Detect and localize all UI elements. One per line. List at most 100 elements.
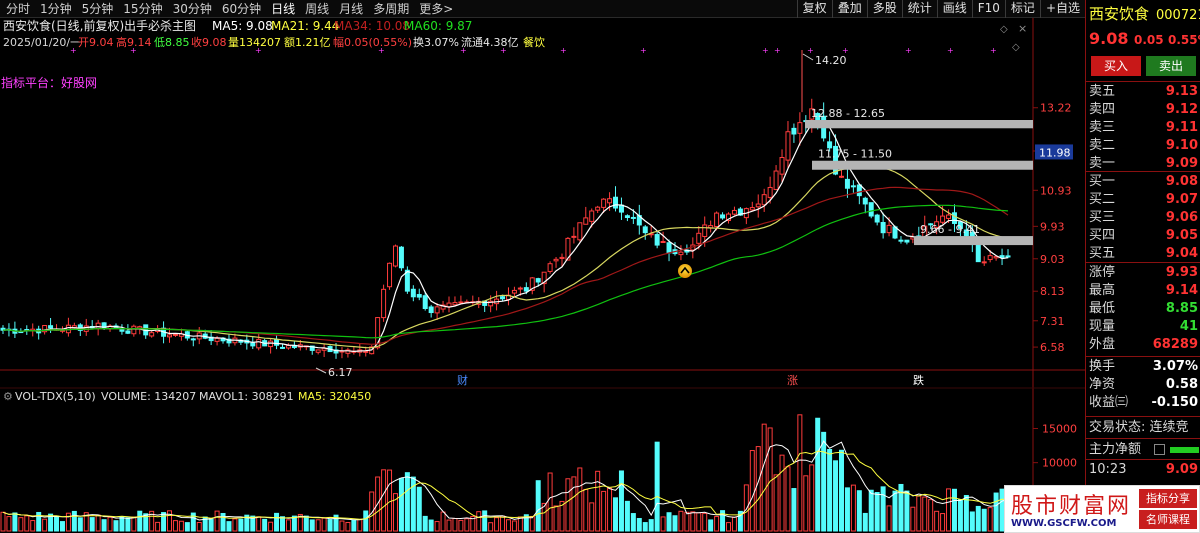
plus-marker: + <box>774 46 781 55</box>
volume-bar <box>262 518 268 532</box>
current-price-tag: 11.98 <box>1039 146 1071 159</box>
stats2-value: -0.150 <box>1151 395 1198 410</box>
tool-button-1[interactable]: 叠加 <box>831 0 867 18</box>
volume-bar <box>928 499 934 532</box>
candle-body <box>101 322 107 330</box>
candle-body <box>987 255 993 261</box>
candle-body <box>149 332 155 337</box>
indicator-name: 出手必杀主图 <box>124 18 196 33</box>
volume-bar <box>196 521 202 532</box>
period-tab-7[interactable]: 周线 <box>301 1 335 17</box>
candle-body <box>880 222 886 234</box>
candle-body <box>583 217 589 225</box>
asks-value: 9.09 <box>1165 156 1198 171</box>
volume-bar <box>577 467 583 532</box>
candle-body <box>642 226 648 234</box>
buy-button[interactable]: 买入 <box>1091 56 1141 76</box>
period-tab-5[interactable]: 60分钟 <box>218 1 267 17</box>
volume-bar <box>24 515 30 532</box>
candle-body <box>904 239 910 243</box>
period-tab-8[interactable]: 月线 <box>335 1 369 17</box>
vol-settings-icon[interactable]: ⚙ <box>3 390 13 403</box>
diamond-icon-2[interactable]: ◇ <box>1012 42 1020 53</box>
period-tab-9[interactable]: 多周期 <box>369 1 415 17</box>
period-tab-1[interactable]: 1分钟 <box>36 1 78 17</box>
volume-bar <box>767 427 773 532</box>
stock-name: 西安饮食 <box>1089 5 1150 23</box>
bar-sector: 餐饮 <box>523 35 545 49</box>
flow-checkbox[interactable] <box>1154 444 1165 455</box>
price-tick-label: 13.22 <box>1040 102 1072 115</box>
volume-bar <box>785 466 791 532</box>
close-icon[interactable]: × <box>1018 22 1027 35</box>
volume-bar <box>452 517 458 532</box>
volume-layer: 15000100005000 <box>0 414 1077 532</box>
candle-body <box>48 325 54 329</box>
main-flow-row: 主力净额 <box>1086 441 1200 458</box>
volume-bar <box>833 460 839 532</box>
tool-button-0[interactable]: 复权 <box>796 0 832 18</box>
bids-value: 9.05 <box>1165 228 1198 243</box>
volume-bar <box>220 512 226 532</box>
price-change: 0.05 <box>1134 33 1164 47</box>
period-tab-2[interactable]: 5分钟 <box>78 1 120 17</box>
zone1-band <box>805 120 1033 129</box>
candle-body <box>951 212 957 224</box>
period-tab-4[interactable]: 30分钟 <box>169 1 218 17</box>
chart-canvas[interactable]: 西安饮食(日线,前复权) 出手必杀主图 MA5: 9.08 MA21: 9.44… <box>0 18 1085 533</box>
tool-button-2[interactable]: 多股 <box>866 0 902 18</box>
plus-marker: + <box>905 46 912 55</box>
volume-bar <box>416 486 422 532</box>
tool-button-3[interactable]: 统计 <box>901 0 937 18</box>
candle-body <box>458 301 464 304</box>
tool-button-5[interactable]: F10 <box>971 0 1005 18</box>
tool-button-6[interactable]: 标记 <box>1004 0 1040 18</box>
volume-bar <box>951 488 957 532</box>
price-tick-label: 9.93 <box>1040 220 1065 233</box>
candle-body <box>95 322 101 330</box>
plus-marker: + <box>70 46 77 55</box>
volume-bar <box>357 518 363 532</box>
volume-bar <box>345 521 351 532</box>
volume-bar <box>684 511 690 532</box>
period-tab-3[interactable]: 15分钟 <box>119 1 168 17</box>
period-tab-10[interactable]: 更多> <box>415 1 459 17</box>
plus-marker: + <box>640 46 647 55</box>
volume-bar <box>363 510 369 532</box>
stats-value: 9.93 <box>1165 265 1198 280</box>
volume-bar <box>30 520 36 532</box>
candle-body <box>1005 255 1011 258</box>
volume-bar <box>95 514 101 532</box>
candle-body <box>785 131 791 161</box>
vol-ma5: MA5: 320450 <box>298 390 371 403</box>
candle-body <box>874 214 880 223</box>
period-tab-6[interactable]: 日线 <box>267 1 301 17</box>
period-tab-0[interactable]: 分时 <box>2 1 36 17</box>
sell-button[interactable]: 卖出 <box>1146 56 1196 76</box>
tool-button-4[interactable]: 画线 <box>936 0 972 18</box>
stats-value: 8.85 <box>1165 301 1198 316</box>
candle-body <box>392 245 398 267</box>
kline-chart[interactable]: 西安饮食(日线,前复权) 出手必杀主图 MA5: 9.08 MA21: 9.44… <box>0 18 1085 533</box>
stats-label: 现量 <box>1089 319 1116 334</box>
volume-bar <box>696 512 702 532</box>
volume-bar <box>446 519 452 532</box>
event-marker-mark_cai: 财 <box>457 373 468 387</box>
volume-bar <box>553 505 559 532</box>
candle-body <box>535 278 541 283</box>
candle-body <box>601 198 607 208</box>
separator <box>1086 81 1200 82</box>
price-tick-label: 10.93 <box>1040 184 1072 197</box>
stock-header: 西安饮食 000721 <box>1086 4 1200 26</box>
candle-body <box>428 306 434 314</box>
asks-label: 卖一 <box>1089 156 1116 171</box>
logo-tag-share: 指标分享 <box>1139 489 1197 508</box>
volume-bar <box>285 519 291 532</box>
asks-value: 9.10 <box>1165 138 1198 153</box>
volume-bar <box>601 490 607 532</box>
candle-body <box>268 340 274 348</box>
tool-button-7[interactable]: +自选 <box>1039 0 1085 18</box>
stats-value: 68289 <box>1152 337 1198 352</box>
logo-url: WWW.GSCFW.COM <box>1011 518 1117 529</box>
diamond-icon[interactable]: ◇ <box>1000 24 1008 35</box>
